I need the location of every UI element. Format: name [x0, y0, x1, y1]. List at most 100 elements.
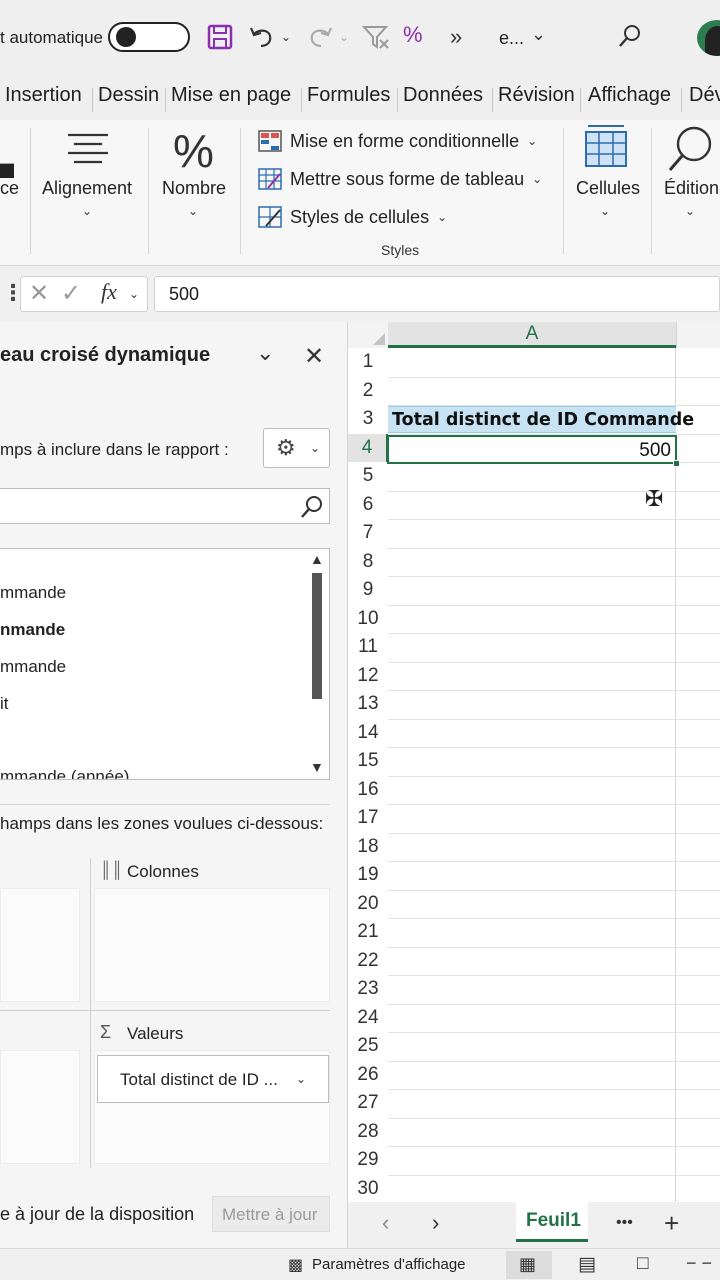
columns-zone[interactable]	[94, 888, 330, 1002]
field-item[interactable]: mmande	[0, 583, 66, 603]
tab-donnees[interactable]: Données	[403, 84, 483, 107]
update-button[interactable]: Mettre à jour	[212, 1196, 330, 1232]
field-item[interactable]: it	[0, 694, 9, 714]
scroll-thumb[interactable]	[312, 573, 322, 699]
filename-chevron-icon[interactable]: ⌄	[531, 24, 546, 45]
row-header[interactable]: 30	[348, 1174, 388, 1202]
row-header[interactable]: 4	[348, 433, 388, 462]
field-item[interactable]: nmande	[0, 620, 65, 640]
row-header[interactable]: 18	[348, 832, 388, 861]
filters-zone[interactable]	[0, 888, 80, 1002]
field-list-scrollbar[interactable]: ▲ ▼	[306, 549, 328, 779]
defer-update-label[interactable]: e à jour de la disposition	[0, 1204, 194, 1225]
row-header[interactable]: 22	[348, 946, 388, 975]
row-header[interactable]: 29	[348, 1146, 388, 1175]
row-header[interactable]: 21	[348, 918, 388, 947]
pane-options-chevron-icon[interactable]: ⌄	[256, 340, 274, 366]
tab-revision[interactable]: Révision	[498, 84, 575, 107]
clipboard-label[interactable]: ce	[0, 178, 19, 199]
values-zone[interactable]: Total distinct de ID ... ⌄	[94, 1050, 330, 1164]
worksheet-grid[interactable]: A 1 2 3 4 5 6 7 8 9 10 11 12 13 14 15 16 17 18 19 20 21 22 23 2…	[348, 322, 720, 1202]
page-break-preview-icon[interactable]: □	[637, 1253, 648, 1275]
more-commands-icon[interactable]: »	[450, 24, 462, 50]
redo-icon[interactable]	[306, 24, 334, 50]
zoom-slider[interactable]: − −	[686, 1253, 712, 1274]
clear-filter-icon[interactable]	[362, 24, 390, 50]
row-header[interactable]: 27	[348, 1089, 388, 1118]
column-header-b[interactable]	[676, 322, 720, 348]
scroll-down-icon[interactable]: ▼	[310, 759, 324, 775]
tab-insertion[interactable]: Insertion	[5, 84, 82, 107]
row-header[interactable]: 13	[348, 690, 388, 719]
rows-zone[interactable]	[0, 1050, 80, 1164]
number-button[interactable]: Nombre	[162, 178, 226, 199]
row-header[interactable]: 28	[348, 1117, 388, 1146]
search-icon[interactable]	[618, 24, 642, 48]
tab-dessin[interactable]: Dessin	[98, 84, 159, 107]
row-header[interactable]: 11	[348, 633, 388, 662]
percent-style-icon[interactable]: %	[403, 22, 423, 48]
conditional-formatting-button[interactable]: Mise en forme conditionnelle ⌄	[258, 130, 537, 152]
sheet-tab-feuil1[interactable]: Feuil1	[516, 1202, 588, 1242]
row-header[interactable]: 19	[348, 861, 388, 890]
selected-cell-a4[interactable]: 500	[387, 435, 680, 467]
row-header[interactable]: 24	[348, 1003, 388, 1032]
row-header[interactable]: 6	[348, 490, 388, 519]
close-pane-icon[interactable]: ✕	[304, 342, 324, 371]
editing-button[interactable]: Édition	[664, 178, 719, 199]
row-header[interactable]: 3	[348, 405, 388, 434]
row-header[interactable]: 9	[348, 576, 388, 605]
values-item[interactable]: Total distinct de ID ... ⌄	[97, 1055, 329, 1103]
prev-sheet-icon[interactable]: ‹	[382, 1210, 389, 1236]
save-icon[interactable]	[207, 24, 233, 50]
row-header[interactable]: 23	[348, 975, 388, 1004]
row-header[interactable]: 8	[348, 547, 388, 576]
pivot-header-cell[interactable]: Total distinct de ID Commande	[388, 406, 694, 433]
undo-icon[interactable]	[248, 24, 276, 50]
row-header[interactable]: 17	[348, 804, 388, 833]
tab-formules[interactable]: Formules	[307, 84, 390, 107]
row-header[interactable]: 25	[348, 1032, 388, 1061]
undo-dropdown-icon[interactable]: ⌄	[281, 30, 291, 44]
next-sheet-icon[interactable]: ›	[432, 1210, 439, 1236]
fill-handle[interactable]	[673, 460, 680, 467]
format-as-table-button[interactable]: Mettre sous forme de tableau ⌄	[258, 168, 542, 190]
display-settings-button[interactable]: Paramètres d'affichage	[312, 1256, 466, 1273]
file-name[interactable]: e...	[499, 28, 524, 49]
page-layout-icon[interactable]: ▤	[578, 1253, 596, 1276]
scroll-up-icon[interactable]: ▲	[310, 551, 324, 567]
tab-developpeur[interactable]: Dév	[689, 84, 720, 107]
row-header[interactable]: 20	[348, 889, 388, 918]
row-header[interactable]: 7	[348, 519, 388, 548]
confirm-entry-icon[interactable]: ✓	[61, 279, 81, 308]
tab-mise-en-page[interactable]: Mise en page	[171, 84, 291, 107]
formula-input[interactable]: 500	[154, 276, 720, 312]
cells-button[interactable]: Cellules	[576, 178, 640, 199]
row-header[interactable]: 26	[348, 1060, 388, 1089]
field-search-input[interactable]	[0, 488, 330, 524]
row-header[interactable]: 15	[348, 747, 388, 776]
more-sheets-icon[interactable]: •••	[616, 1214, 633, 1232]
cancel-entry-icon[interactable]: ✕	[29, 279, 49, 308]
add-sheet-icon[interactable]: +	[664, 1208, 679, 1239]
row-header[interactable]: 5	[348, 462, 388, 491]
row-header[interactable]: 16	[348, 775, 388, 804]
insert-function-icon[interactable]: fx	[101, 279, 117, 305]
tab-affichage[interactable]: Affichage	[588, 84, 671, 107]
avatar[interactable]	[697, 20, 720, 56]
tools-button[interactable]: ⚙ ⌄	[263, 428, 330, 468]
select-all-corner[interactable]	[348, 322, 388, 348]
row-header[interactable]: 2	[348, 376, 388, 405]
row-header[interactable]: 12	[348, 661, 388, 690]
autosave-toggle[interactable]	[108, 22, 190, 52]
field-item[interactable]: mmande	[0, 657, 66, 677]
row-header[interactable]: 1	[348, 348, 388, 377]
row-header[interactable]: 14	[348, 718, 388, 747]
column-header-a[interactable]: A	[388, 322, 676, 348]
normal-view-button[interactable]: ▦	[506, 1251, 552, 1279]
field-item[interactable]: mmande (année)	[0, 767, 129, 779]
alignment-button[interactable]: Alignement	[42, 178, 132, 199]
redo-dropdown-icon[interactable]: ⌄	[339, 30, 349, 44]
formula-expand-icon[interactable]: ⌄	[129, 287, 139, 301]
row-header[interactable]: 10	[348, 604, 388, 633]
